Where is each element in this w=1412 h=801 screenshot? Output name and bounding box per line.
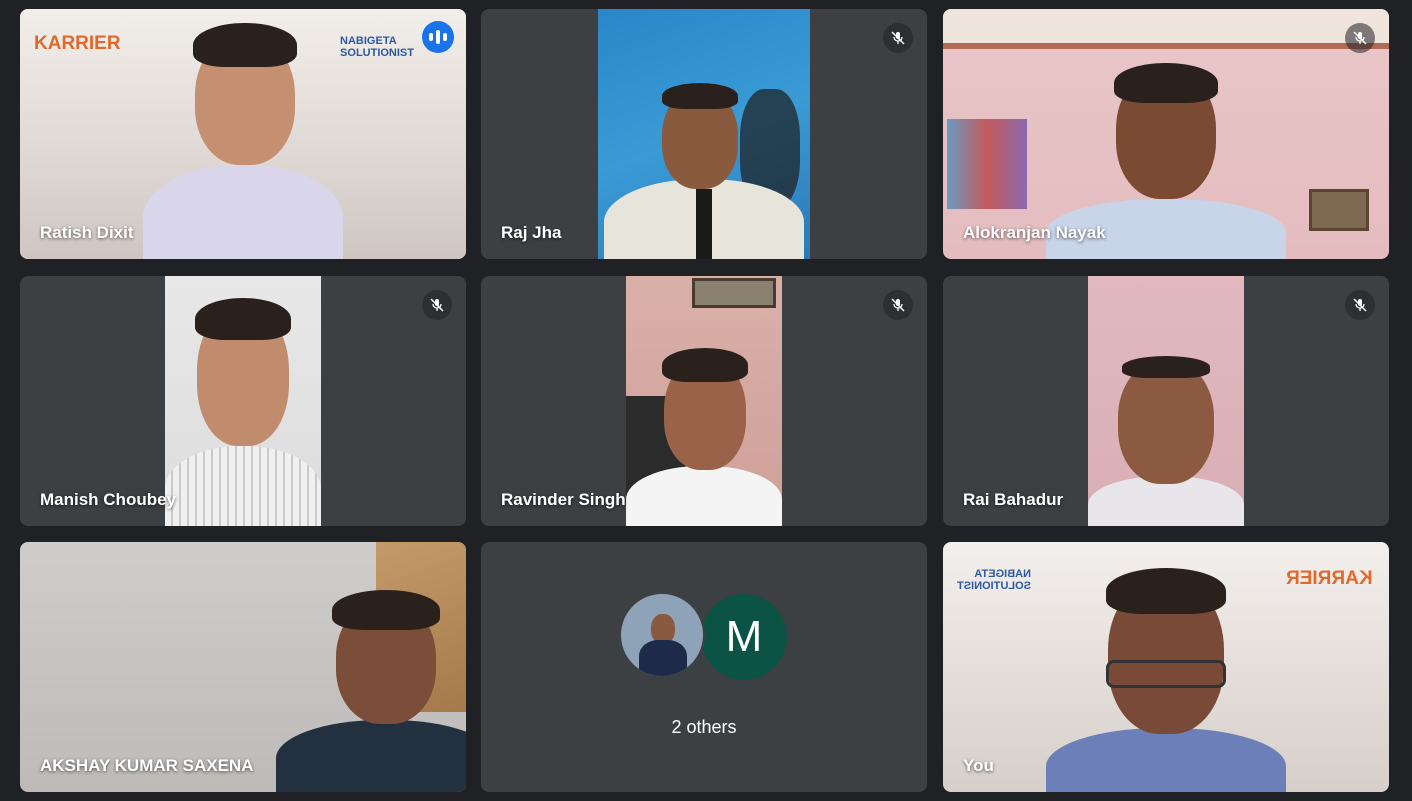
participant-tile-raj-jha[interactable]: Raj Jha: [481, 9, 927, 259]
audio-level-icon: [422, 21, 454, 53]
mic-off-icon: [422, 290, 452, 320]
participant-tile-akshay-kumar-saxena[interactable]: AKSHAY KUMAR SAXENA: [20, 542, 466, 792]
participant-figure: [276, 590, 466, 792]
participant-video: [598, 9, 810, 259]
participant-video: KARRIER NABIGETA SOLUTIONIST: [20, 9, 466, 259]
mic-off-icon: [883, 23, 913, 53]
participant-video: [165, 276, 321, 526]
participant-video: [20, 542, 466, 792]
participant-tile-rai-bahadur[interactable]: Rai Bahadur: [943, 276, 1389, 526]
participant-video: [943, 9, 1389, 259]
participant-video: [1088, 276, 1244, 526]
meeting-grid: KARRIER NABIGETA SOLUTIONIST Ratish Dixit: [0, 0, 1412, 801]
participant-figure: [1036, 568, 1296, 792]
mic-off-icon: [883, 290, 913, 320]
karrier-logo: KARRIER: [1286, 568, 1373, 589]
participant-name: You: [963, 756, 994, 775]
participant-tile-alokranjan-nayak[interactable]: Alokranjan Nayak: [943, 9, 1389, 259]
participant-name: Raj Jha: [501, 223, 562, 242]
participant-avatar-photo: [619, 592, 705, 678]
participant-figure: [604, 79, 804, 259]
mic-off-icon: [1345, 23, 1375, 53]
others-tile[interactable]: M 2 others: [481, 542, 927, 792]
participant-name: Manish Choubey: [40, 490, 177, 509]
nabigeta-logo: NABIGETA SOLUTIONIST: [957, 568, 1031, 592]
participant-name: AKSHAY KUMAR SAXENA: [40, 756, 254, 775]
participant-name: Ravinder Singh: [501, 490, 626, 509]
others-avatars: M: [481, 592, 927, 682]
participant-name: Ratish Dixit: [40, 223, 134, 242]
others-count-label: 2 others: [671, 717, 737, 737]
participant-figure: [113, 15, 373, 259]
mic-off-icon: [1345, 290, 1375, 320]
participant-tile-manish-choubey[interactable]: Manish Choubey: [20, 276, 466, 526]
participant-avatar-letter: M: [699, 592, 789, 682]
participant-figure: [1088, 356, 1244, 526]
participant-name: Rai Bahadur: [963, 490, 1064, 509]
participant-name: Alokranjan Nayak: [963, 223, 1106, 242]
participant-video: [626, 276, 782, 526]
participant-tile-you[interactable]: NABIGETA SOLUTIONIST KARRIER You: [943, 542, 1389, 792]
participant-tile-ratish-dixit[interactable]: KARRIER NABIGETA SOLUTIONIST Ratish Dixit: [20, 9, 466, 259]
participant-figure: [165, 296, 321, 526]
participant-video: NABIGETA SOLUTIONIST KARRIER: [943, 542, 1389, 792]
karrier-logo: KARRIER: [34, 33, 121, 54]
participant-figure: [626, 346, 782, 526]
participant-tile-ravinder-singh[interactable]: Ravinder Singh: [481, 276, 927, 526]
